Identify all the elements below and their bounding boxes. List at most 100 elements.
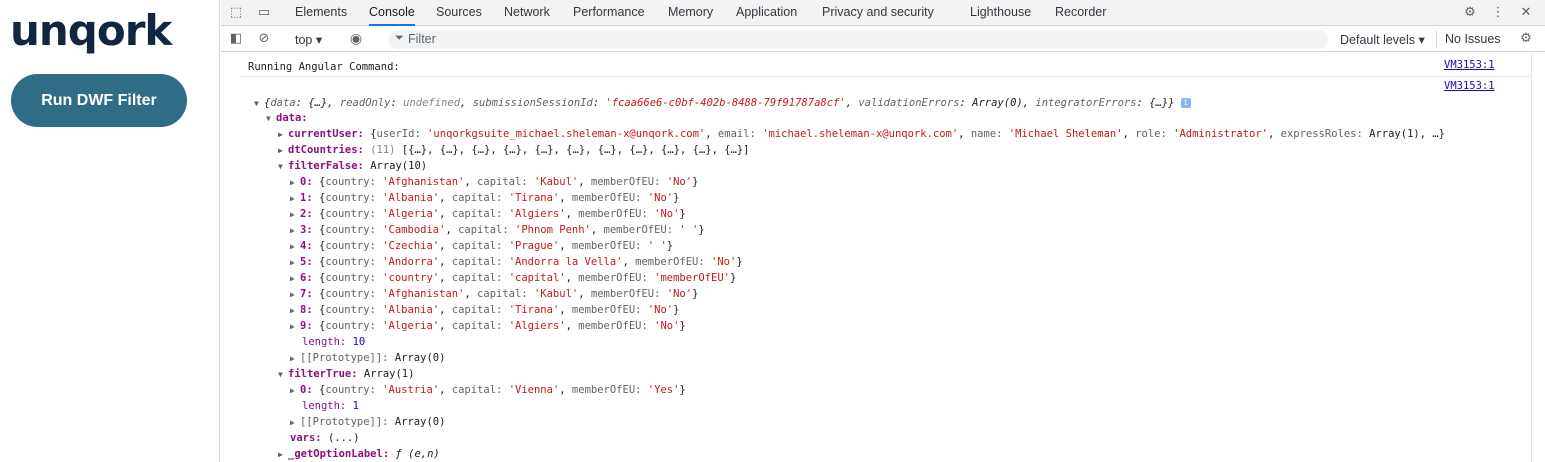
array-item-row[interactable]: ▶ 8: {country: 'Albania', capital: 'Tiran… [290, 302, 679, 318]
tab-application[interactable]: Application [736, 0, 797, 26]
tab-sources[interactable]: Sources [436, 0, 482, 26]
log-levels-dropdown[interactable]: Default levels ▾ [1340, 32, 1425, 47]
tab-performance[interactable]: Performance [573, 0, 645, 26]
capital-value: 'capital' [508, 272, 566, 284]
tab-lighthouse[interactable]: Lighthouse [970, 0, 1031, 26]
country-value: 'Algeria' [382, 320, 440, 332]
prototype-row[interactable]: ▶ [[Prototype]]: Array(0) [290, 414, 445, 430]
more-options-icon[interactable]: ⋮ [1489, 4, 1507, 22]
capital-value: 'Andorra la Vella' [508, 256, 623, 268]
expanded-triangle-icon[interactable]: ▼ [254, 96, 264, 112]
expanded-triangle-icon[interactable]: ▼ [278, 367, 288, 383]
collapsed-triangle-icon[interactable]: ▶ [290, 239, 300, 255]
expanded-triangle-icon[interactable]: ▼ [266, 111, 276, 127]
member-value: 'Yes' [647, 384, 680, 396]
unqork-logo: unqork [10, 6, 172, 55]
member-key: memberOfEU: [603, 224, 674, 236]
array-item-row[interactable]: ▶ 3: {country: 'Cambodia', capital: 'Phno… [290, 222, 705, 238]
source-link[interactable]: VM3153:1 [1444, 59, 1495, 71]
console-scrollbar[interactable] [1531, 53, 1545, 462]
collapsed-triangle-icon[interactable]: ▶ [290, 255, 300, 271]
member-value: 'No' [647, 192, 674, 204]
member-key: memberOfEU: [571, 192, 642, 204]
array-item-row[interactable]: ▶ 1: {country: 'Albania', capital: 'Tiran… [290, 190, 679, 206]
member-value: 'No' [666, 176, 693, 188]
array-item-row[interactable]: ▶ 0: {country: 'Afghanistan', capital: 'K… [290, 174, 698, 190]
close-devtools-icon[interactable]: ✕ [1517, 4, 1535, 22]
console-filterbar: ◧ ⊘ top ▾ ◉ ⏷ Filter Default levels ▾ No… [221, 27, 1545, 52]
run-dwf-filter-button[interactable]: Run DWF Filter [11, 74, 187, 127]
length-row: length: 1 [302, 400, 359, 412]
capital-value: 'Phnom Penh' [515, 224, 591, 236]
prototype-row[interactable]: ▶ [[Prototype]]: Array(0) [290, 350, 445, 366]
tab-console[interactable]: Console [369, 0, 415, 26]
tab-recorder[interactable]: Recorder [1055, 0, 1106, 26]
console-output: Running Angular Command: VM3153:1 VM3153… [221, 53, 1531, 462]
collapsed-triangle-icon[interactable]: ▶ [290, 175, 300, 191]
country-value: 'Albania' [382, 192, 440, 204]
country-key: country: [325, 256, 376, 268]
get-option-label-row[interactable]: ▶ _getOptionLabel: ƒ (e,n) [278, 446, 440, 462]
collapsed-triangle-icon[interactable]: ▶ [290, 287, 300, 303]
collapsed-triangle-icon[interactable]: ▶ [278, 447, 288, 462]
message-separator [241, 76, 1531, 77]
collapsed-triangle-icon[interactable]: ▶ [278, 143, 288, 159]
collapsed-triangle-icon[interactable]: ▶ [290, 351, 300, 367]
item-index: 7: [300, 288, 313, 300]
collapsed-triangle-icon[interactable]: ▶ [278, 127, 288, 143]
array-item-row[interactable]: ▶ 6: {country: 'country', capital: 'capit… [290, 270, 736, 286]
dt-countries-row[interactable]: ▶ dtCountries: (11) [{…}, {…}, {…}, {…}, … [278, 142, 750, 158]
current-user-row[interactable]: ▶ currentUser: {userId: 'unqorkgsuite_mic… [278, 126, 1445, 142]
collapsed-triangle-icon[interactable]: ▶ [290, 223, 300, 239]
member-value: 'No' [647, 304, 674, 316]
country-value: 'Algeria' [382, 208, 440, 220]
member-value: ' ' [679, 224, 699, 236]
settings-gear-icon[interactable]: ⚙ [1461, 4, 1479, 22]
country-value: 'Cambodia' [382, 224, 446, 236]
console-settings-gear-icon[interactable]: ⚙ [1517, 30, 1535, 48]
collapsed-triangle-icon[interactable]: ▶ [290, 383, 300, 399]
array-item-row[interactable]: ▶ 5: {country: 'Andorra', capital: 'Andor… [290, 254, 743, 270]
array-item-row[interactable]: ▶ 4: {country: 'Czechia', capital: 'Pragu… [290, 238, 673, 254]
tab-elements[interactable]: Elements [295, 0, 347, 26]
collapsed-triangle-icon[interactable]: ▶ [290, 207, 300, 223]
collapsed-triangle-icon[interactable]: ▶ [290, 271, 300, 287]
source-link[interactable]: VM3153:1 [1444, 80, 1495, 92]
tab-network[interactable]: Network [504, 0, 550, 26]
data-row[interactable]: ▼ data: [266, 110, 308, 126]
clear-console-icon[interactable]: ⊘ [255, 30, 273, 48]
member-key: memberOfEU: [571, 304, 642, 316]
live-expression-eye-icon[interactable]: ◉ [347, 30, 365, 48]
capital-key: capital: [451, 384, 503, 396]
collapsed-triangle-icon[interactable]: ▶ [290, 191, 300, 207]
country-key: country: [325, 208, 376, 220]
filter-input[interactable]: ⏷ Filter [388, 30, 1328, 49]
tab-privacy-security[interactable]: Privacy and security [822, 0, 934, 26]
info-icon[interactable]: i [1180, 98, 1191, 108]
device-toolbar-icon[interactable]: ▭ [255, 4, 273, 22]
filter-false-row[interactable]: ▼ filterFalse: Array(10) [278, 158, 427, 174]
item-index: 6: [300, 272, 313, 284]
tab-memory[interactable]: Memory [668, 0, 713, 26]
collapsed-triangle-icon[interactable]: ▶ [290, 319, 300, 335]
array-item-row[interactable]: ▶ 7: {country: 'Afghanistan', capital: 'K… [290, 286, 698, 302]
member-value: ' ' [647, 240, 667, 252]
vars-row[interactable]: vars: (...) [290, 430, 360, 446]
country-value: 'country' [382, 272, 440, 284]
array-item-row[interactable]: ▶ 0: {country: 'Austria', capital: 'Vienn… [290, 382, 686, 398]
expanded-triangle-icon[interactable]: ▼ [278, 159, 288, 175]
filter-true-row[interactable]: ▼ filterTrue: Array(1) [278, 366, 414, 382]
country-value: 'Austria' [382, 384, 440, 396]
array-item-row[interactable]: ▶ 9: {country: 'Algeria', capital: 'Algie… [290, 318, 686, 334]
context-selector[interactable]: top ▾ [295, 32, 322, 47]
issues-button[interactable]: No Issues [1445, 32, 1501, 46]
object-summary-row[interactable]: ▼ {data: {…}, readOnly: undefined, submis… [254, 95, 1191, 111]
member-key: memberOfEU: [578, 208, 648, 220]
capital-key: capital: [451, 240, 503, 252]
sidebar-toggle-icon[interactable]: ◧ [227, 30, 245, 48]
capital-key: capital: [477, 288, 528, 300]
array-item-row[interactable]: ▶ 2: {country: 'Algeria', capital: 'Algie… [290, 206, 686, 222]
inspect-element-icon[interactable]: ⬚ [227, 4, 245, 22]
collapsed-triangle-icon[interactable]: ▶ [290, 415, 300, 431]
collapsed-triangle-icon[interactable]: ▶ [290, 303, 300, 319]
